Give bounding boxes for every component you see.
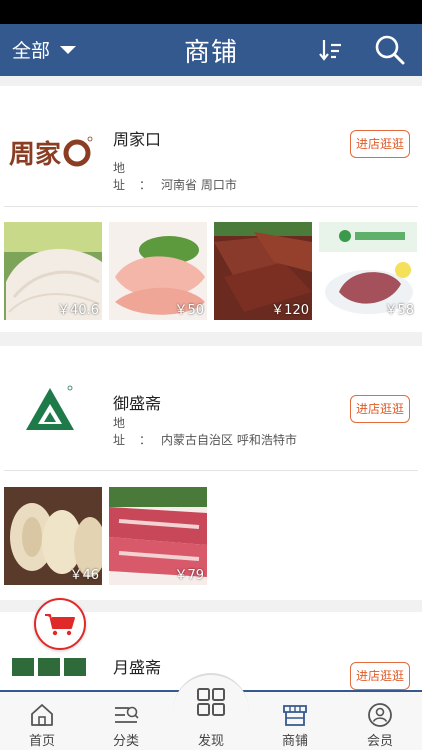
address-label: 地址： bbox=[113, 416, 166, 447]
shop-logo bbox=[4, 648, 96, 690]
shop-address: 地址：内蒙古自治区 呼和浩特市 bbox=[113, 414, 297, 448]
product-thumbnail[interactable]: ￥58 bbox=[319, 222, 417, 320]
product-price: ￥120 bbox=[271, 303, 309, 318]
home-icon bbox=[31, 704, 53, 726]
sort-icon[interactable] bbox=[318, 37, 344, 63]
address-label: 地址： bbox=[113, 161, 166, 192]
address-value: 内蒙古自治区 呼和浩特市 bbox=[161, 433, 297, 447]
product-thumbnail[interactable]: ￥79 bbox=[109, 487, 207, 585]
shop-name: 月盛斋 bbox=[113, 658, 162, 677]
category-filter-dropdown[interactable]: 全部 bbox=[12, 36, 77, 63]
shop-card[interactable]: 周家 周家口 地址：河南省 周口市 进店逛逛 ￥40.6 ￥50 ￥120 ￥5… bbox=[0, 86, 422, 332]
tab-label: 分类 bbox=[112, 734, 139, 749]
tab-label: 商铺 bbox=[281, 734, 308, 749]
category-icon bbox=[115, 706, 139, 723]
shop-logo: 周家 bbox=[4, 106, 96, 198]
shop-address: 地址：河南省 周口市 bbox=[113, 159, 237, 193]
discover-grid-icon bbox=[197, 688, 225, 716]
shop-icon bbox=[283, 705, 307, 726]
filter-label: 全部 bbox=[12, 40, 51, 62]
tab-shops[interactable]: 商铺 bbox=[253, 692, 337, 750]
cart-button[interactable] bbox=[34, 598, 86, 650]
tab-discover[interactable]: 发现 bbox=[173, 673, 249, 749]
divider bbox=[4, 206, 418, 207]
divider bbox=[4, 470, 418, 471]
shop-card[interactable]: 御盛斋 地址：内蒙古自治区 呼和浩特市 进店逛逛 ￥46 ￥79 bbox=[0, 346, 422, 600]
tab-label: 会员 bbox=[366, 734, 393, 749]
search-icon[interactable] bbox=[374, 34, 406, 66]
product-thumbnail[interactable]: ￥46 bbox=[4, 487, 102, 585]
tab-label: 首页 bbox=[28, 734, 55, 749]
top-nav-bar: 全部 商铺 bbox=[0, 24, 422, 76]
product-thumbnail[interactable]: ￥40.6 bbox=[4, 222, 102, 320]
shop-logo bbox=[4, 366, 96, 458]
cart-icon bbox=[45, 614, 75, 636]
shop-name: 周家口 bbox=[113, 130, 162, 149]
tab-member[interactable]: 会员 bbox=[338, 692, 422, 750]
enter-shop-button[interactable]: 进店逛逛 bbox=[350, 395, 410, 423]
chevron-down-icon bbox=[60, 45, 77, 54]
address-value: 河南省 周口市 bbox=[161, 178, 237, 192]
product-thumbnail[interactable]: ￥120 bbox=[214, 222, 312, 320]
member-icon bbox=[368, 703, 392, 727]
product-price: ￥58 bbox=[384, 303, 414, 318]
product-price: ￥46 bbox=[69, 568, 99, 583]
enter-shop-button[interactable]: 进店逛逛 bbox=[350, 130, 410, 158]
product-price: ￥40.6 bbox=[57, 303, 99, 318]
product-thumbnail[interactable]: ￥50 bbox=[109, 222, 207, 320]
enter-shop-button[interactable]: 进店逛逛 bbox=[350, 662, 410, 690]
tab-label: 发现 bbox=[197, 734, 224, 749]
shop-name: 御盛斋 bbox=[113, 394, 162, 413]
product-price: ￥50 bbox=[174, 303, 204, 318]
status-bar bbox=[0, 0, 422, 24]
product-price: ￥79 bbox=[174, 568, 204, 583]
tab-category[interactable]: 分类 bbox=[84, 692, 168, 750]
svg-text:周家: 周家 bbox=[9, 139, 61, 170]
tab-home[interactable]: 首页 bbox=[0, 692, 84, 750]
